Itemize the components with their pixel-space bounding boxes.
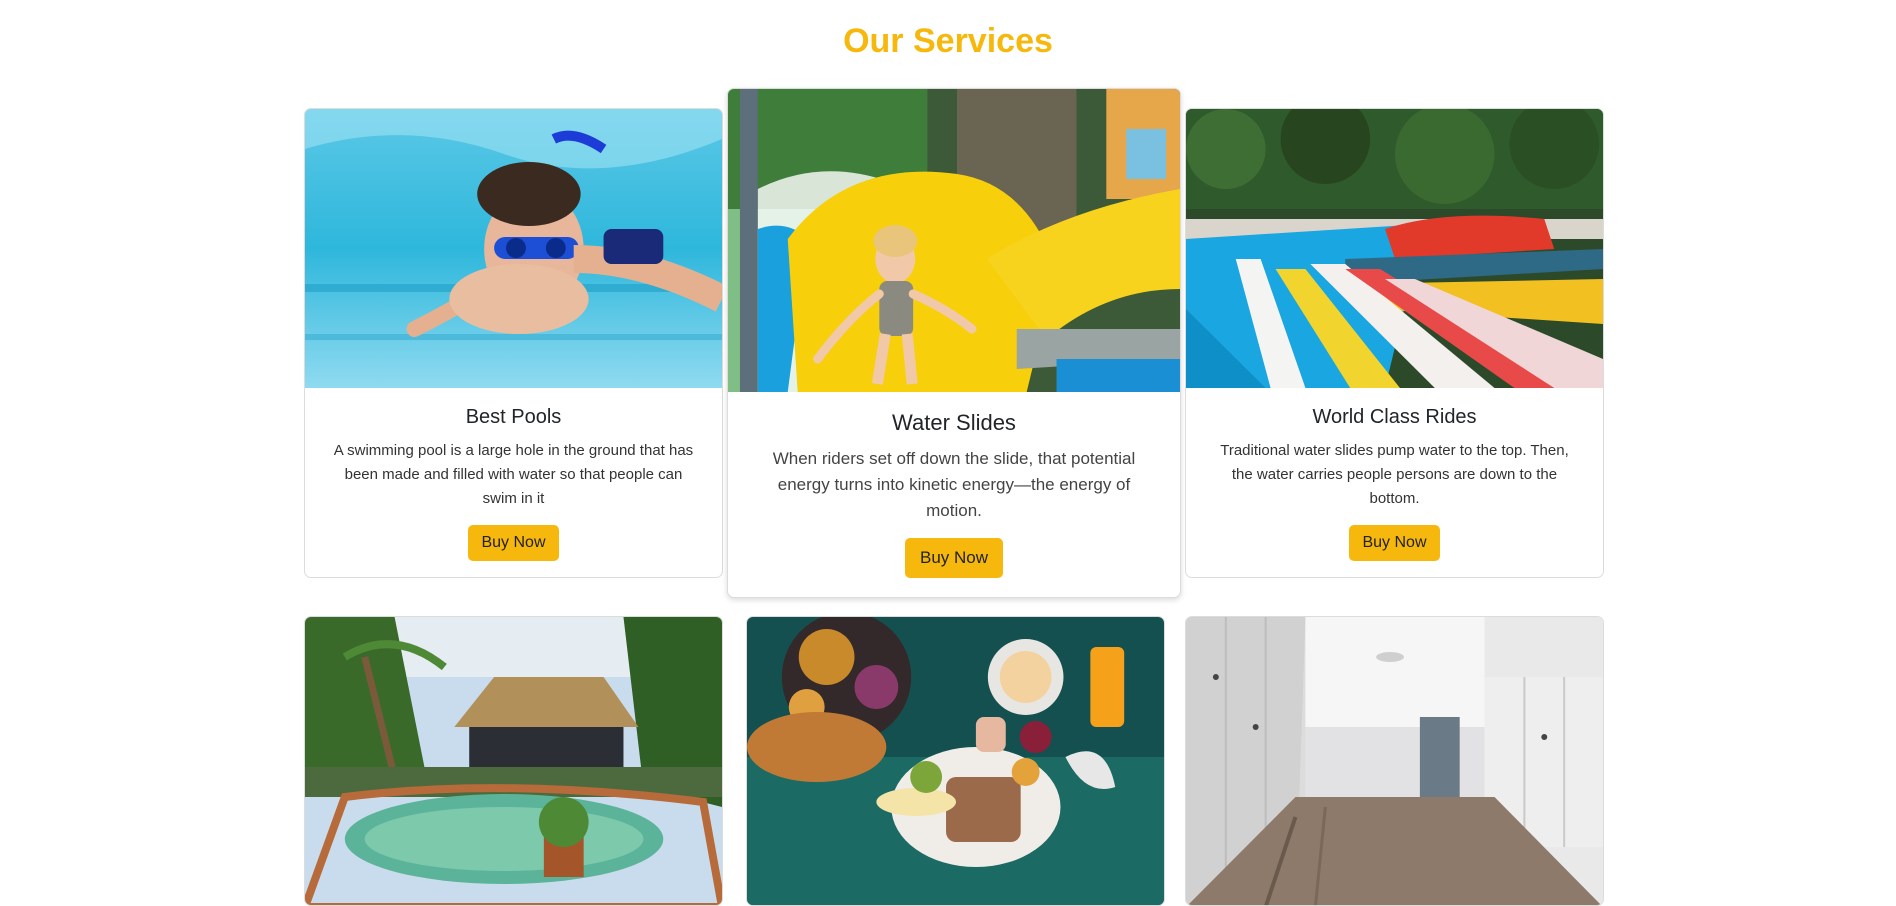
- card-description: A swimming pool is a large hole in the g…: [333, 442, 694, 507]
- service-card-6: [1185, 616, 1604, 906]
- service-card-4: [304, 616, 723, 906]
- buy-now-button[interactable]: Buy Now: [1349, 525, 1440, 561]
- service-card-water-slides: Water Slides When riders set off down th…: [727, 88, 1181, 598]
- yellow-slide-image: [728, 89, 1180, 392]
- section-title: Our Services: [843, 22, 1053, 60]
- pool-slides-image: [1186, 109, 1603, 388]
- tropical-pool-hut-image: [305, 617, 722, 905]
- service-card-best-pools: Best Pools A swimming pool is a large ho…: [304, 108, 723, 578]
- buy-now-button[interactable]: Buy Now: [468, 525, 559, 561]
- service-card-5: [746, 616, 1165, 906]
- buy-now-button[interactable]: Buy Now: [904, 538, 1004, 578]
- card-title: World Class Rides: [1312, 406, 1477, 428]
- card-description: When riders set off down the slide, that…: [772, 449, 1136, 520]
- card-description: Traditional water slides pump water to t…: [1220, 442, 1569, 507]
- swimming-boy-image: [305, 109, 722, 388]
- card-title: Best Pools: [465, 406, 562, 428]
- service-card-world-class-rides: World Class Rides Traditional water slid…: [1185, 108, 1604, 578]
- locker-room-image: [1186, 617, 1603, 905]
- card-title: Water Slides: [892, 410, 1016, 435]
- breakfast-tray-image: [747, 617, 1164, 905]
